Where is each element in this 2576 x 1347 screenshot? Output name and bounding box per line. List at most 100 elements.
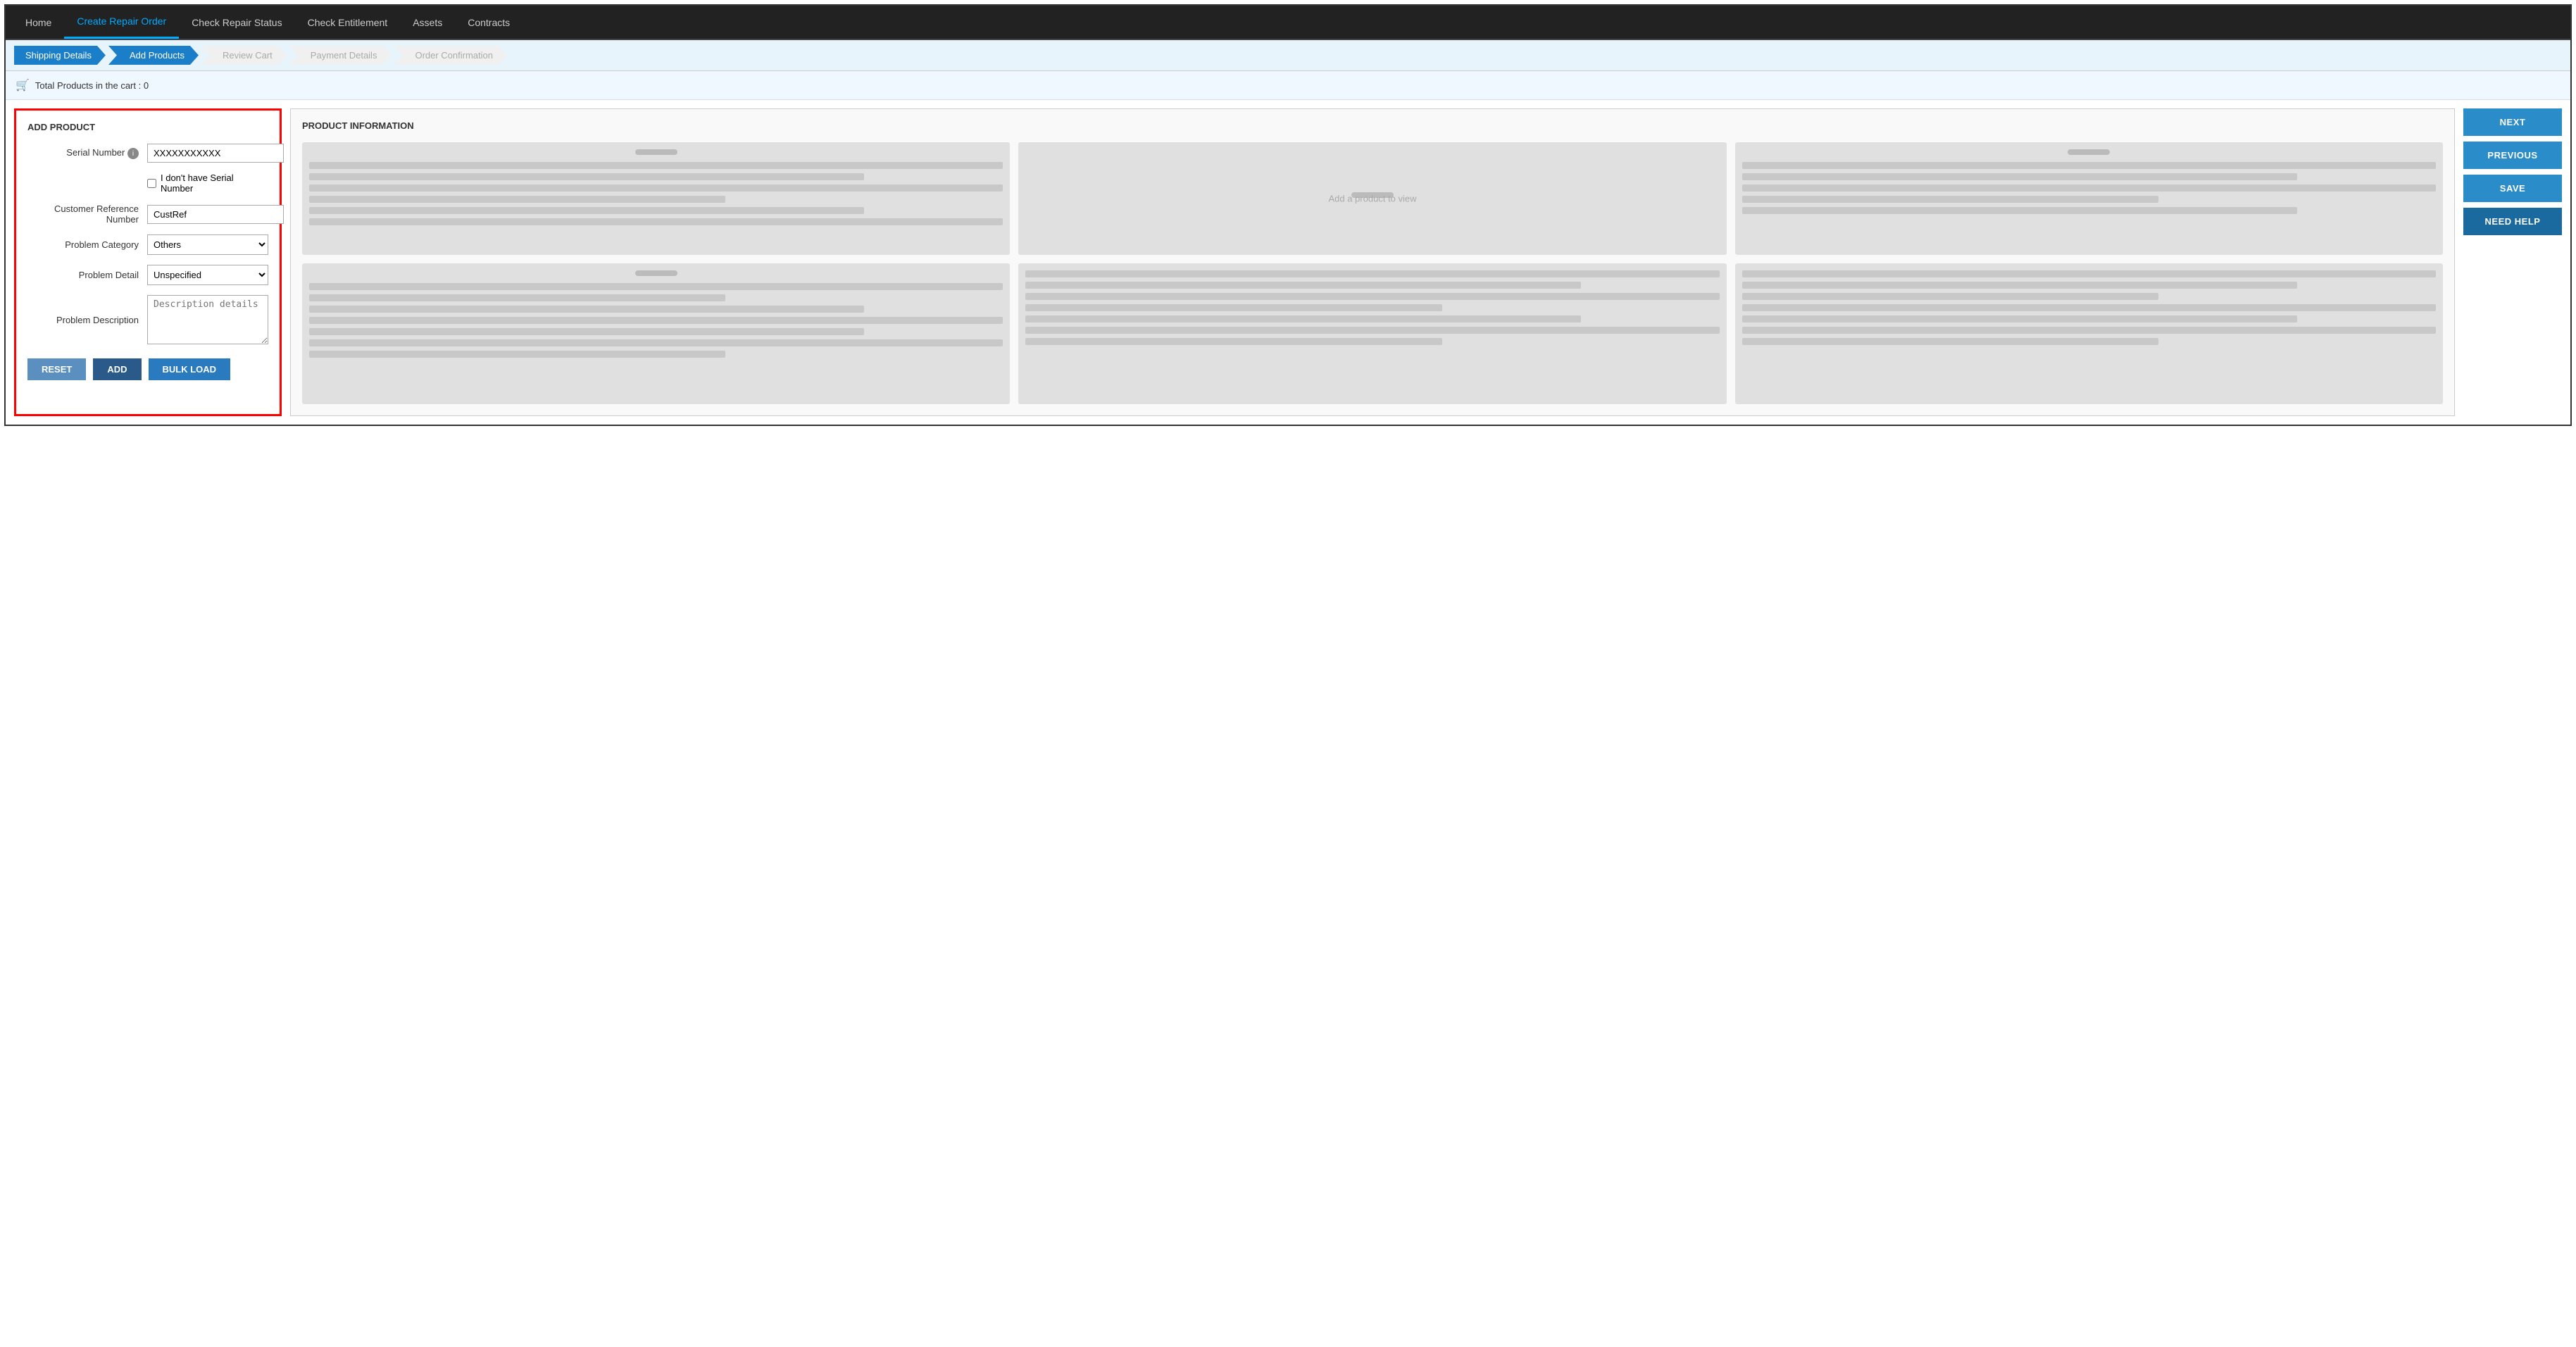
- problem-detail-label: Problem Detail: [27, 270, 147, 280]
- nav-create-repair-order[interactable]: Create Repair Order: [64, 6, 179, 39]
- product-info-title: PRODUCT INFORMATION: [302, 120, 2443, 131]
- product-row-2: [302, 263, 2443, 404]
- cart-text: Total Products in the cart : 0: [35, 80, 149, 91]
- no-serial-row: I don't have Serial Number: [27, 173, 268, 194]
- previous-button[interactable]: PREVIOUS: [2463, 142, 2562, 169]
- card-line: [309, 162, 1003, 169]
- card-line: [309, 339, 1003, 346]
- problem-category-label: Problem Category: [27, 239, 147, 250]
- product-card-3: [1735, 142, 2443, 255]
- card-line: [1742, 173, 2297, 180]
- card-line: [1742, 327, 2436, 334]
- card-line: [309, 351, 725, 358]
- reset-button[interactable]: RESET: [27, 358, 86, 380]
- product-card-2: Add a product to view: [1018, 142, 1726, 255]
- card-line: [1742, 162, 2436, 169]
- product-card-4: [302, 263, 1010, 404]
- card-line: [1025, 293, 1719, 300]
- card-line: [1025, 327, 1719, 334]
- need-help-button[interactable]: NEED HELP: [2463, 208, 2562, 235]
- product-card-1: [302, 142, 1010, 255]
- card-line: [309, 294, 725, 301]
- card-line: [1742, 207, 2297, 214]
- card-line: [1025, 338, 1442, 345]
- main-content: ADD PRODUCT Serial Number i I don't have…: [6, 100, 2570, 425]
- no-serial-checkbox-row: I don't have Serial Number: [147, 173, 268, 194]
- no-serial-checkbox[interactable]: [147, 179, 156, 188]
- problem-detail-select[interactable]: Unspecified Other: [147, 265, 268, 285]
- add-product-panel: ADD PRODUCT Serial Number i I don't have…: [14, 108, 282, 416]
- card-lines-5: [1025, 270, 1719, 345]
- product-card-5: [1018, 263, 1726, 404]
- card-line: [1742, 304, 2436, 311]
- serial-number-label: Serial Number i: [27, 147, 147, 160]
- nav-home[interactable]: Home: [13, 7, 64, 38]
- problem-desc-textarea[interactable]: [147, 295, 268, 344]
- card-line: [309, 173, 864, 180]
- step-shipping[interactable]: Shipping Details: [14, 46, 106, 65]
- top-nav: Home Create Repair Order Check Repair St…: [6, 6, 2570, 40]
- nav-contracts[interactable]: Contracts: [455, 7, 523, 38]
- card-line: [1025, 270, 1719, 277]
- cart-icon: 🛒: [15, 78, 30, 92]
- card-line: [309, 283, 1003, 290]
- action-buttons-row: RESET ADD BULK LOAD: [27, 358, 268, 380]
- nav-check-repair-status[interactable]: Check Repair Status: [179, 7, 294, 38]
- card-line: [309, 207, 864, 214]
- card-line: [1742, 293, 2158, 300]
- card-lines-3: [1742, 162, 2436, 214]
- product-card-6: [1735, 263, 2443, 404]
- card-handle-4: [635, 270, 677, 276]
- problem-category-row: Problem Category Others Hardware Softwar…: [27, 234, 268, 255]
- card-lines-6: [1742, 270, 2436, 345]
- card-line: [1025, 315, 1580, 322]
- step-order-confirmation[interactable]: Order Confirmation: [394, 46, 507, 65]
- add-product-title: ADD PRODUCT: [27, 122, 268, 132]
- card-line: [309, 218, 1003, 225]
- card-line: [309, 196, 725, 203]
- next-button[interactable]: NEXT: [2463, 108, 2562, 136]
- card-handle-3: [2068, 149, 2110, 155]
- serial-number-input[interactable]: [147, 144, 284, 163]
- card-lines-1: [309, 162, 1003, 225]
- cust-ref-input[interactable]: [147, 205, 284, 224]
- product-info-panel: PRODUCT INFORMATION: [290, 108, 2455, 416]
- product-grid: Add a product to view: [302, 142, 2443, 404]
- problem-desc-row: Problem Description: [27, 295, 268, 344]
- card-line: [1742, 338, 2158, 345]
- card-line: [1742, 282, 2297, 289]
- product-row-1: Add a product to view: [302, 142, 2443, 255]
- product-placeholder-text: Add a product to view: [1328, 194, 1416, 204]
- serial-number-row: Serial Number i: [27, 144, 268, 163]
- card-line: [1025, 282, 1580, 289]
- bulk-load-button[interactable]: BULK LOAD: [149, 358, 231, 380]
- card-line: [309, 184, 1003, 192]
- nav-assets[interactable]: Assets: [400, 7, 455, 38]
- problem-category-select[interactable]: Others Hardware Software Network: [147, 234, 268, 255]
- step-add-products[interactable]: Add Products: [108, 46, 199, 65]
- card-line: [1742, 270, 2436, 277]
- action-panel: NEXT PREVIOUS SAVE NEED HELP: [2463, 108, 2562, 416]
- nav-check-entitlement[interactable]: Check Entitlement: [295, 7, 401, 38]
- card-line: [1742, 184, 2436, 192]
- step-review-cart[interactable]: Review Cart: [201, 46, 287, 65]
- card-lines-4: [309, 283, 1003, 358]
- cust-ref-label: Customer Reference Number: [27, 203, 147, 225]
- cust-ref-row: Customer Reference Number: [27, 203, 268, 225]
- card-line: [1742, 315, 2297, 322]
- cart-bar: 🛒 Total Products in the cart : 0: [6, 71, 2570, 100]
- card-line: [1742, 196, 2158, 203]
- save-button[interactable]: SAVE: [2463, 175, 2562, 202]
- problem-detail-row: Problem Detail Unspecified Other: [27, 265, 268, 285]
- info-icon[interactable]: i: [127, 148, 139, 159]
- add-button[interactable]: ADD: [93, 358, 141, 380]
- card-line: [309, 328, 864, 335]
- no-serial-text: I don't have Serial Number: [161, 173, 268, 194]
- problem-desc-label: Problem Description: [27, 315, 147, 325]
- card-handle-1: [635, 149, 677, 155]
- steps-bar: Shipping Details Add Products Review Car…: [6, 40, 2570, 71]
- card-line: [1025, 304, 1442, 311]
- card-line: [309, 317, 1003, 324]
- card-line: [309, 306, 864, 313]
- step-payment-details[interactable]: Payment Details: [289, 46, 392, 65]
